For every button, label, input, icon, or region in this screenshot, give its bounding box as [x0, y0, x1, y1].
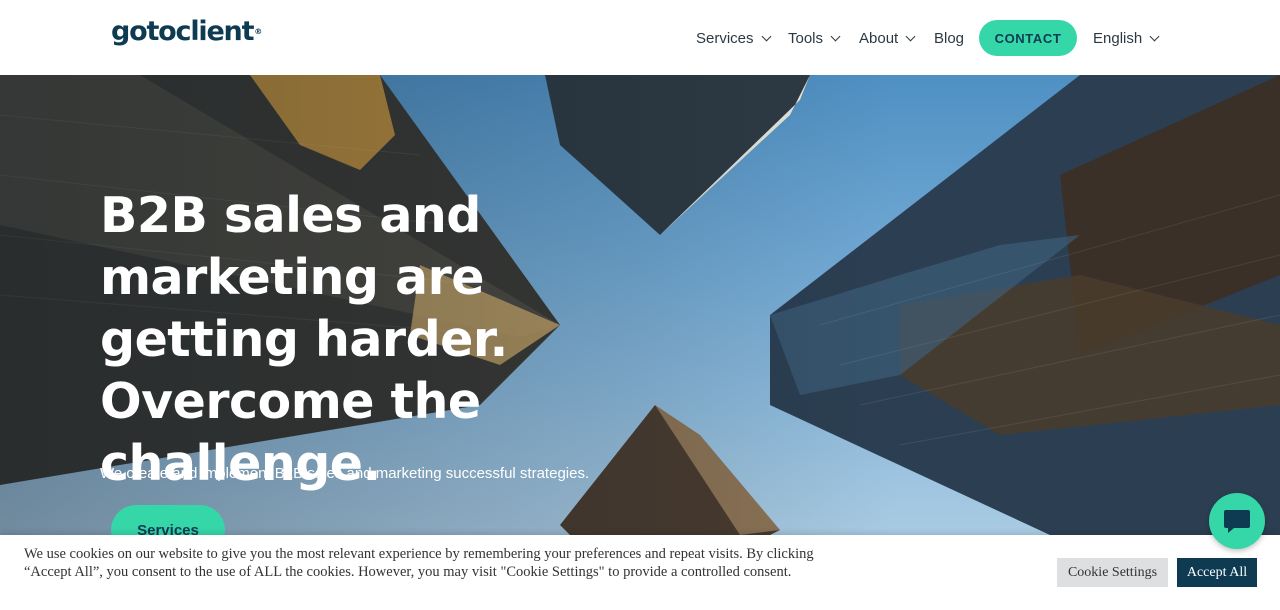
chevron-down-icon	[1149, 31, 1160, 41]
nav-services-label: Services	[696, 29, 754, 47]
nav-blog-label: Blog	[934, 29, 965, 47]
chevron-down-icon	[830, 31, 841, 41]
site-header: gotoclient® Services Tools About Blog En…	[0, 0, 1280, 75]
cookie-settings-button[interactable]: Cookie Settings	[1057, 558, 1168, 587]
cookie-consent-bar: We use cookies on our website to give yo…	[0, 535, 1280, 610]
trademark-mark: ®	[254, 27, 263, 36]
contact-button[interactable]: CONTACT	[979, 20, 1077, 56]
chat-widget-button[interactable]	[1209, 493, 1265, 549]
hero-section: B2B sales and marketing are getting hard…	[0, 75, 1280, 535]
nav-tools-label: Tools	[788, 29, 824, 47]
brand-logo[interactable]: gotoclient®	[111, 17, 262, 47]
nav-item-tools[interactable]: Tools	[788, 20, 841, 56]
nav-about-label: About	[859, 29, 899, 47]
cookie-consent-text: We use cookies on our website to give yo…	[24, 546, 814, 580]
chevron-down-icon	[761, 31, 771, 41]
nav-item-blog[interactable]: Blog	[934, 20, 964, 56]
accept-all-button[interactable]: Accept All	[1177, 558, 1257, 587]
chat-bubble-icon	[1224, 510, 1250, 533]
chevron-down-icon	[905, 31, 916, 41]
language-selector[interactable]: English	[1093, 20, 1160, 56]
language-label: English	[1093, 29, 1143, 47]
nav-item-services[interactable]: Services	[696, 20, 771, 56]
hero-subtitle: We create and implement B2B sales and ma…	[100, 465, 590, 482]
nav-item-about[interactable]: About	[859, 20, 916, 56]
hero-title: B2B sales and marketing are getting hard…	[100, 187, 508, 492]
logo-text: gotoclient	[111, 16, 254, 47]
services-cta-button[interactable]: Services	[111, 505, 225, 535]
